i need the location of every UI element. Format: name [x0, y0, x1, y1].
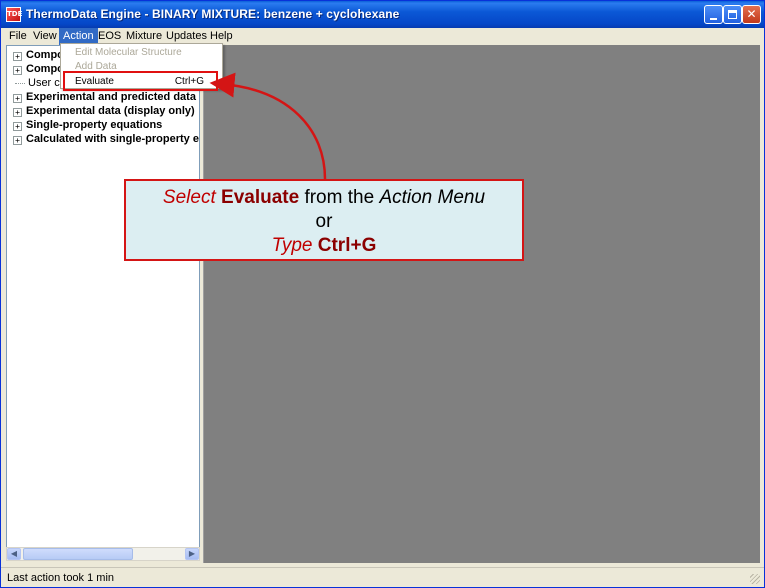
expand-icon[interactable]: +: [13, 108, 22, 117]
scroll-thumb[interactable]: [23, 548, 133, 560]
tree-item[interactable]: User co: [11, 76, 66, 90]
expand-icon[interactable]: +: [13, 94, 22, 103]
annotation-highlight-box: [63, 71, 218, 91]
tree-horizontal-scrollbar[interactable]: ◀ ▶: [6, 547, 200, 561]
maximize-icon: [728, 10, 737, 19]
app-logo-icon[interactable]: TDE: [6, 7, 22, 22]
title-bar[interactable]: TDE ThermoData Engine - BINARY MIXTURE: …: [1, 1, 764, 28]
tree-view[interactable]: + Compo + Compo User co + Experimental and …: [6, 45, 200, 560]
maximize-button[interactable]: [723, 5, 742, 24]
tree-item[interactable]: + Single-property equations: [13, 118, 162, 132]
scroll-right-arrow-icon[interactable]: ▶: [185, 548, 199, 560]
resize-grip-icon[interactable]: [750, 574, 760, 584]
tree-item[interactable]: + Experimental and predicted data: [13, 90, 196, 104]
close-icon: ✕: [746, 7, 757, 21]
menu-file[interactable]: File: [5, 28, 31, 45]
instruction-callout: Select Evaluate from the Action Menu or …: [124, 179, 524, 261]
scroll-left-arrow-icon[interactable]: ◀: [7, 548, 21, 560]
callout-line-1: Select Evaluate from the Action Menu: [162, 187, 486, 208]
status-bar: Last action took 1 min: [1, 567, 764, 587]
minimize-icon: [710, 18, 717, 20]
menu-view[interactable]: View: [29, 28, 61, 45]
status-text: Last action took 1 min: [7, 572, 115, 584]
tree-item[interactable]: + Experimental data (display only): [13, 104, 195, 118]
callout-line-2: or: [315, 211, 333, 232]
minimize-button[interactable]: [704, 5, 723, 24]
expand-icon[interactable]: +: [13, 122, 22, 131]
expand-icon[interactable]: +: [13, 136, 22, 145]
tree-item[interactable]: + Compo: [13, 62, 64, 76]
expand-icon[interactable]: +: [13, 52, 22, 61]
menu-item-edit-molecular-structure[interactable]: Edit Molecular Structure: [61, 45, 222, 60]
close-button[interactable]: ✕: [742, 5, 761, 24]
tree-item[interactable]: + Calculated with single-property equ: [13, 132, 199, 146]
tree-item[interactable]: + Compo: [13, 48, 64, 62]
callout-line-3: Type Ctrl+G: [271, 235, 377, 256]
expand-icon[interactable]: +: [13, 66, 22, 75]
tree-connector: [15, 82, 25, 84]
workspace-area: [203, 45, 760, 563]
window-title: ThermoData Engine - BINARY MIXTURE: benz…: [26, 7, 400, 21]
